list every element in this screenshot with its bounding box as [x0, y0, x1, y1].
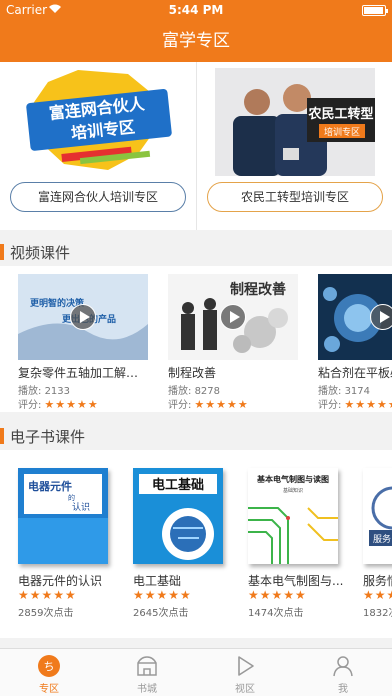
- play-icon[interactable]: [220, 304, 246, 330]
- migrant-banner-line1: 农民工转型: [307, 106, 373, 122]
- ebook-clicks: 1474次点击: [248, 608, 304, 619]
- ebook-cover-line1: 基本电气制图与读图: [256, 474, 329, 484]
- video-thumbnail[interactable]: 制程改善: [168, 274, 298, 360]
- partner-zone-banner[interactable]: 富连网合伙人 培训专区: [18, 68, 178, 176]
- section-accent-bar: [0, 244, 4, 260]
- section-accent-bar: [0, 428, 4, 444]
- migrant-zone-banner[interactable]: 农民工转型 培训专区: [215, 68, 375, 176]
- star-rating: ★★★★★: [18, 588, 77, 602]
- battery-icon: [362, 5, 388, 16]
- ebook-title: 电工基础: [133, 574, 182, 588]
- tab-label: 书城: [137, 684, 157, 695]
- ebook-clicks: 2645次点击: [133, 608, 189, 619]
- ebook-section-header: 电子书课件: [0, 420, 392, 450]
- video-title: 粘合剂在平板必: [318, 366, 392, 380]
- play-icon[interactable]: [370, 304, 392, 330]
- tab-bookstore[interactable]: 书城: [98, 649, 196, 696]
- migrant-zone-button[interactable]: 农民工转型培训专区: [207, 182, 383, 212]
- video-title: 复杂零件五轴加工解决...: [18, 366, 148, 380]
- video-thumbnail[interactable]: [318, 274, 392, 360]
- video-plays: 播放: 8278: [168, 386, 221, 397]
- video-rating: 评分:★★★★★: [18, 398, 99, 411]
- ebook-cover-line1: 电工基础: [152, 477, 204, 493]
- play-icon[interactable]: [70, 304, 96, 330]
- profile-icon: [331, 654, 355, 678]
- tab-label: 专区: [39, 684, 59, 695]
- tab-zone[interactable]: ち 专区: [0, 649, 98, 696]
- migrant-banner-line2: 培训专区: [324, 126, 360, 138]
- tab-profile[interactable]: 我: [294, 649, 392, 696]
- tab-video[interactable]: 视区: [196, 649, 294, 696]
- ebook-cover-line1: 服务: [373, 533, 391, 545]
- page-title: 富学专区: [162, 31, 230, 51]
- video-plays: 播放: 2133: [18, 386, 71, 397]
- ebook-title: 基本电气制图与...: [248, 574, 344, 588]
- video-title: 制程改善: [168, 366, 217, 380]
- video-section-title: 视频课件: [10, 244, 71, 262]
- star-rating: ★★★★★: [344, 398, 392, 411]
- status-bar: Carrier 5:44 PM: [0, 0, 392, 20]
- video-section-header: 视频课件: [0, 236, 392, 266]
- tab-label: 视区: [235, 684, 255, 695]
- ebook-title: 电器元件的认识: [18, 574, 103, 588]
- ebook-cover[interactable]: 基本电气制图与读图 基础知识: [248, 468, 338, 564]
- bookstore-icon: [135, 654, 159, 678]
- ebook-cover[interactable]: 电工基础: [133, 468, 223, 564]
- ebook-clicks: 1832次: [363, 608, 392, 619]
- video-rating: 评分:★★★★★: [318, 396, 392, 411]
- star-rating: ★★★★: [363, 588, 392, 602]
- ebook-cover[interactable]: 电器元件 的 认识: [18, 468, 108, 564]
- ebook-clicks: 2859次点击: [18, 608, 74, 619]
- zone-icon: ち: [37, 654, 61, 678]
- star-rating: ★★★★★: [248, 588, 307, 602]
- video-icon: [233, 654, 257, 678]
- tab-bar: ち 专区 书城 视区 我: [0, 648, 392, 696]
- video-rating: 评分:★★★★★: [168, 398, 249, 411]
- ebook-title: 服务情: [363, 574, 392, 588]
- tab-label: 我: [338, 684, 348, 695]
- ebook-section-title: 电子书课件: [10, 428, 86, 446]
- ebook-cover-line2: 的: [68, 493, 75, 502]
- star-rating: ★★★★★: [44, 398, 99, 411]
- nav-bar: 富学专区: [0, 20, 392, 62]
- ebook-cover-line3: 认识: [72, 501, 90, 513]
- zone-partner[interactable]: 富连网合伙人 培训专区 富连网合伙人培训专区: [0, 62, 196, 230]
- ebook-list[interactable]: 电器元件 的 认识 电器元件的认识 ★★★★★ 2859次点击 电工基础 电工基…: [0, 450, 392, 638]
- ebook-cover-line1: 电器元件: [28, 479, 72, 493]
- svg-text:ち: ち: [44, 660, 55, 673]
- star-rating: ★★★★★: [133, 588, 192, 602]
- video-thumb-line1: 制程改善: [230, 281, 286, 298]
- clock: 5:44 PM: [168, 3, 224, 17]
- ebook-cover[interactable]: 服务: [363, 468, 392, 564]
- ebook-cover-line2: 基础知识: [283, 487, 303, 494]
- zone-cards: 富连网合伙人 培训专区 富连网合伙人培训专区 农民工转型 培训专区 农民工转型培…: [0, 62, 392, 230]
- zone-migrant[interactable]: 农民工转型 培训专区 农民工转型培训专区: [196, 62, 392, 230]
- video-plays: 播放: 3174: [318, 386, 371, 397]
- video-list[interactable]: 更明智的决策 更出色的产品 复杂零件五轴加工解决... 播放: 2133 评分:…: [0, 266, 392, 412]
- star-rating: ★★★★★: [194, 398, 249, 411]
- partner-zone-button[interactable]: 富连网合伙人培训专区: [10, 182, 186, 212]
- video-thumbnail[interactable]: 更明智的决策 更出色的产品: [18, 274, 148, 360]
